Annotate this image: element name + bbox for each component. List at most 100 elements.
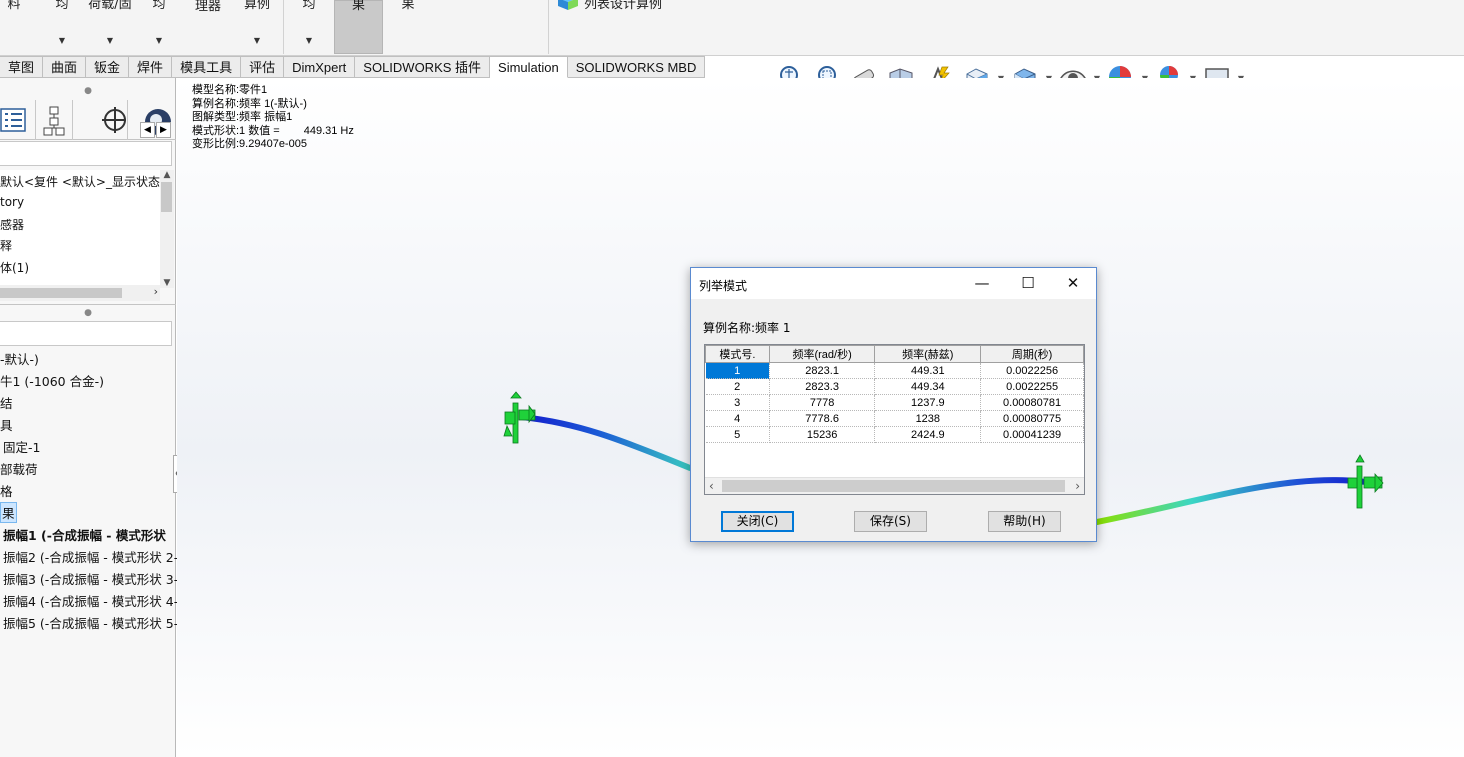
scroll-left-icon[interactable]: ‹: [709, 478, 714, 494]
table-cell[interactable]: 2424.9: [874, 426, 982, 443]
tab-mbd[interactable]: SOLIDWORKS MBD: [567, 56, 706, 78]
tree-item-annotations[interactable]: 释: [0, 237, 12, 254]
ribbon-button-7[interactable]: 均 ▼: [290, 0, 328, 54]
ribbon-button-1[interactable]: 料: [0, 0, 28, 54]
chevron-down-icon[interactable]: ▼: [290, 36, 328, 45]
scroll-right-icon[interactable]: ›: [1075, 478, 1080, 494]
chevron-down-icon[interactable]: ▼: [86, 36, 134, 45]
simulation-filter-box[interactable]: [0, 321, 172, 346]
table-cell[interactable]: 1: [705, 362, 770, 379]
table-hscroll[interactable]: ‹ ›: [705, 477, 1084, 494]
chevron-down-icon[interactable]: ▼: [234, 36, 280, 45]
tab-scroll-right-icon[interactable]: ▶: [156, 122, 171, 138]
design-study-icon[interactable]: [556, 0, 580, 10]
tree-item-mesh[interactable]: 格: [0, 481, 13, 500]
property-manager-tab[interactable]: [37, 100, 73, 140]
column-header-hz[interactable]: 频率(赫兹): [874, 345, 982, 363]
chevron-down-icon[interactable]: ▼: [40, 36, 84, 45]
splitter-grip-icon[interactable]: ●: [0, 308, 176, 318]
table-cell[interactable]: 0.0022256: [980, 362, 1084, 379]
tree-top-hscroll[interactable]: ›: [0, 285, 160, 301]
tab-scroll-left-icon[interactable]: ◀: [140, 122, 155, 138]
tree-item-amplitude-3[interactable]: 振幅3 (-合成振幅 - 模式形状 3-: [3, 569, 178, 588]
tab-simulation[interactable]: Simulation: [490, 56, 568, 78]
tree-item-part[interactable]: 牛1 (-1060 合金-): [0, 371, 104, 390]
tab-surfaces[interactable]: 曲面: [43, 56, 87, 78]
ribbon-button-4[interactable]: 均 ▼: [138, 0, 180, 54]
ribbon-label-design-study[interactable]: 列表设计算例: [584, 0, 662, 12]
table-cell[interactable]: 15236: [769, 426, 876, 443]
table-cell[interactable]: 3: [705, 394, 770, 411]
column-header-period[interactable]: 周期(秒): [980, 345, 1084, 363]
scroll-right-icon[interactable]: ›: [154, 285, 158, 298]
table-cell[interactable]: 4: [705, 410, 770, 427]
filter-box[interactable]: [0, 141, 172, 166]
tree-item-amplitude-5[interactable]: 振幅5 (-合成振幅 - 模式形状 5-: [3, 613, 178, 632]
table-cell[interactable]: 0.00080781: [980, 394, 1084, 411]
ribbon-button-2[interactable]: 均 ▼: [40, 0, 84, 54]
save-button[interactable]: 保存(S): [854, 511, 927, 532]
column-header-rad[interactable]: 频率(rad/秒): [768, 345, 876, 363]
table-cell[interactable]: 5: [705, 426, 770, 443]
dialog-title-bar[interactable]: 列举模式 — ☐ ✕: [691, 268, 1096, 299]
table-row[interactable]: 3 7778 1237.9 0.00080781: [705, 394, 1084, 411]
table-cell[interactable]: 449.31: [874, 362, 982, 379]
table-cell[interactable]: 1238: [874, 410, 982, 427]
tab-dimxpert[interactable]: DimXpert: [284, 56, 356, 78]
feature-manager-tab[interactable]: [0, 100, 36, 140]
table-row[interactable]: 5 15236 2424.9 0.00041239: [705, 426, 1084, 443]
ribbon-button-5[interactable]: 理器: [186, 0, 230, 54]
tree-item-fixed-1[interactable]: 固定-1: [3, 437, 40, 456]
ribbon-button-6[interactable]: 算例 ▼: [234, 0, 280, 54]
scroll-thumb[interactable]: [0, 288, 122, 298]
scroll-up-icon[interactable]: ▲: [160, 170, 174, 180]
table-cell[interactable]: 2823.3: [769, 378, 876, 395]
tab-weldments[interactable]: 焊件: [129, 56, 173, 78]
scroll-down-icon[interactable]: ▼: [160, 278, 174, 288]
close-button[interactable]: 关闭(C): [721, 511, 794, 532]
table-cell[interactable]: 0.00041239: [980, 426, 1084, 443]
tree-item-external-loads[interactable]: 部载荷: [0, 459, 38, 478]
tree-item-sensors[interactable]: 感器: [0, 216, 24, 233]
table-cell[interactable]: 1237.9: [874, 394, 982, 411]
tab-mold-tools[interactable]: 模具工具: [172, 56, 242, 78]
table-cell[interactable]: 449.34: [874, 378, 982, 395]
table-row[interactable]: 4 7778.6 1238 0.00080775: [705, 410, 1084, 427]
tree-top-vscroll[interactable]: ▲ ▼: [160, 170, 174, 288]
scroll-thumb[interactable]: [722, 480, 1065, 492]
ribbon-button-9[interactable]: 果: [386, 0, 430, 54]
table-cell[interactable]: 2: [705, 378, 770, 395]
chevron-down-icon[interactable]: ▼: [138, 36, 180, 45]
splitter-grip-icon[interactable]: ●: [0, 86, 176, 96]
tree-item-connections[interactable]: 结: [0, 393, 13, 412]
column-header-mode[interactable]: 模式号.: [705, 345, 770, 363]
help-button[interactable]: 帮助(H): [988, 511, 1061, 532]
tab-evaluate[interactable]: 评估: [241, 56, 285, 78]
table-row[interactable]: 2 2823.3 449.34 0.0022255: [705, 378, 1084, 395]
ribbon-button-results-active[interactable]: 果: [334, 0, 383, 54]
table-cell[interactable]: 7778.6: [769, 410, 876, 427]
table-cell[interactable]: 0.00080775: [980, 410, 1084, 427]
tree-item-amplitude-4[interactable]: 振幅4 (-合成振幅 - 模式形状 4-: [3, 591, 178, 610]
tree-item-root[interactable]: 默认<复件 <默认>_显示状态: [0, 173, 160, 190]
tree-item-study[interactable]: -默认-): [0, 349, 39, 368]
scroll-thumb[interactable]: [161, 182, 172, 212]
tree-item-solid-bodies[interactable]: 体(1): [0, 259, 29, 276]
table-cell[interactable]: 0.0022255: [980, 378, 1084, 395]
close-icon[interactable]: ✕: [1050, 268, 1096, 299]
tree-item-history[interactable]: tory: [0, 195, 24, 209]
tree-item-amplitude-1[interactable]: 振幅1 (-合成振幅 - 模式形状: [3, 525, 166, 544]
maximize-icon[interactable]: ☐: [1005, 268, 1051, 299]
minimize-icon[interactable]: —: [959, 268, 1005, 299]
table-row[interactable]: 1 2823.1 449.31 0.0022256: [705, 362, 1084, 379]
tree-item-results[interactable]: 果: [0, 502, 17, 523]
tree-item-fixtures[interactable]: 具: [0, 415, 13, 434]
ribbon-button-3[interactable]: 荷载/固 ▼: [86, 0, 134, 54]
configuration-manager-tab[interactable]: [92, 100, 128, 140]
tab-sheet-metal[interactable]: 钣金: [86, 56, 130, 78]
tab-sketch[interactable]: 草图: [0, 56, 44, 78]
tree-item-amplitude-2[interactable]: 振幅2 (-合成振幅 - 模式形状 2-: [3, 547, 178, 566]
tab-addins[interactable]: SOLIDWORKS 插件: [355, 56, 491, 78]
table-cell[interactable]: 2823.1: [769, 362, 876, 379]
table-cell[interactable]: 7778: [769, 394, 876, 411]
